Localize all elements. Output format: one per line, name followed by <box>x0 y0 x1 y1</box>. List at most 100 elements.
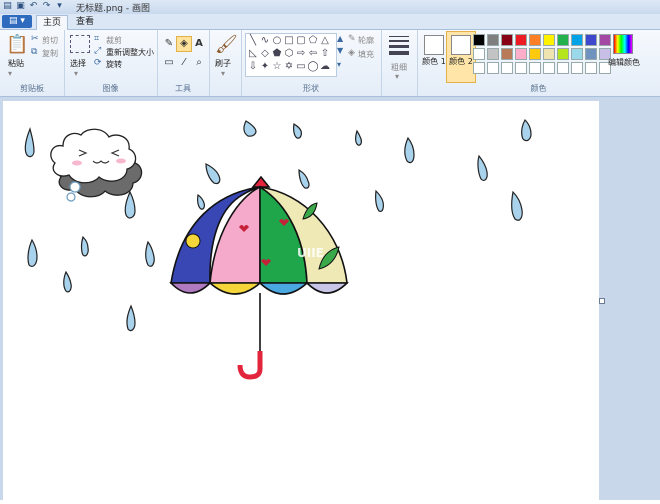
palette-color-swatch[interactable] <box>585 34 597 46</box>
file-menu-icon: ▤ ▾ <box>9 16 25 26</box>
palette-color-swatch[interactable] <box>557 34 569 46</box>
shapes-group: ╲ ∿ ○ □ ▢ ⬠ △ ◺ ◇ ⬟ ⬡ ⇨ ⇦ ⇧ ⇩ ✦ ☆ ✡ ▭ ◯ … <box>241 30 382 96</box>
rotate-button[interactable]: 旋转 <box>106 59 122 70</box>
brush-icon[interactable]: 🖌 <box>215 34 238 55</box>
palette-color-swatch[interactable] <box>543 48 555 60</box>
edit-colors-icon[interactable] <box>613 34 633 54</box>
palette-color-swatch[interactable] <box>529 34 541 46</box>
customize-qat-icon[interactable]: ▾ <box>54 1 65 12</box>
palette-color-swatch[interactable] <box>557 48 569 60</box>
cut-button[interactable]: 剪切 <box>42 35 58 46</box>
curve-shape-icon[interactable]: ∿ <box>259 35 271 47</box>
copy-button[interactable]: 复制 <box>42 48 58 59</box>
callout-rect-shape-icon[interactable]: ▭ <box>295 61 307 73</box>
palette-color-swatch[interactable] <box>515 34 527 46</box>
umbrella-scallop-yellow <box>207 282 263 295</box>
canvas-resize-handle[interactable] <box>599 298 605 304</box>
size-lines-icon[interactable] <box>389 36 409 55</box>
palette-color-swatch[interactable] <box>487 62 499 74</box>
palette-color-swatch[interactable] <box>557 62 569 74</box>
color1-button[interactable]: 颜色 1 <box>420 32 448 82</box>
palette-color-swatch[interactable] <box>515 48 527 60</box>
canvas-drawing: UIIE <box>24 119 532 380</box>
pentagon-shape-icon[interactable]: ⬟ <box>271 48 283 60</box>
palette-color-swatch[interactable] <box>487 34 499 46</box>
paste-dropdown-icon[interactable]: ▾ <box>8 69 12 78</box>
redo-icon[interactable]: ↷ <box>41 1 52 12</box>
resize-button[interactable]: 重新调整大小 <box>106 47 154 58</box>
palette-color-swatch[interactable] <box>529 48 541 60</box>
diamond-shape-icon[interactable]: ◇ <box>259 48 271 60</box>
left-arrow-shape-icon[interactable]: ⇦ <box>307 48 319 60</box>
palette-color-swatch[interactable] <box>585 48 597 60</box>
drawing-canvas[interactable]: UIIE <box>3 101 599 500</box>
umbrella-scallop-purple <box>169 282 212 294</box>
file-menu-button[interactable]: ▤ ▾ <box>2 15 32 28</box>
crop-button[interactable]: 裁剪 <box>106 35 122 46</box>
callout-cloud-shape-icon[interactable]: ☁ <box>319 61 331 73</box>
palette-color-swatch[interactable] <box>473 48 485 60</box>
shapes-more-icon[interactable]: ▾ <box>337 60 341 69</box>
palette-color-swatch[interactable] <box>501 34 513 46</box>
paste-button[interactable]: 粘贴 <box>8 58 24 69</box>
polygon-shape-icon[interactable]: ⬠ <box>307 35 319 47</box>
palette-color-swatch[interactable] <box>487 48 499 60</box>
rectangle-shape-icon[interactable]: □ <box>283 35 295 47</box>
select-icon[interactable] <box>70 35 90 53</box>
palette-color-swatch[interactable] <box>599 34 611 46</box>
brushes-dropdown-icon[interactable]: ▾ <box>221 69 225 78</box>
eraser-icon[interactable]: ▭ <box>161 55 177 71</box>
right-triangle-shape-icon[interactable]: ◺ <box>247 48 259 60</box>
palette-color-swatch[interactable] <box>501 48 513 60</box>
shapes-scroll-down-icon[interactable]: ▼ <box>337 46 343 55</box>
palette-color-swatch[interactable] <box>571 48 583 60</box>
size-dropdown-icon[interactable]: ▾ <box>395 72 399 81</box>
four-point-star-shape-icon[interactable]: ✦ <box>259 61 271 73</box>
palette-color-swatch[interactable] <box>515 62 527 74</box>
hexagon-shape-icon[interactable]: ⬡ <box>283 48 295 60</box>
palette-color-swatch[interactable] <box>571 62 583 74</box>
paste-icon[interactable]: 📋 <box>6 34 28 55</box>
five-point-star-shape-icon[interactable]: ☆ <box>271 61 283 73</box>
outline-button[interactable]: 轮廓 <box>358 35 374 46</box>
down-arrow-shape-icon[interactable]: ⇩ <box>247 61 259 73</box>
fill-button[interactable]: 填充 <box>358 49 374 60</box>
color-picker-icon[interactable]: ⁄ <box>176 55 192 71</box>
text-tool-icon[interactable]: A <box>191 36 207 52</box>
cut-icon: ✂ <box>31 34 39 44</box>
fill-icon[interactable]: ◈ <box>176 36 192 52</box>
shapes-scroll-up-icon[interactable]: ▲ <box>337 34 343 43</box>
select-button[interactable]: 选择 <box>70 58 86 69</box>
select-dropdown-icon[interactable]: ▾ <box>74 69 78 78</box>
tab-view[interactable]: 查看 <box>70 15 100 29</box>
palette-color-swatch[interactable] <box>473 62 485 74</box>
six-point-star-shape-icon[interactable]: ✡ <box>283 61 295 73</box>
palette-color-swatch[interactable] <box>585 62 597 74</box>
tab-home[interactable]: 主页 <box>36 15 68 30</box>
line-shape-icon[interactable]: ╲ <box>247 35 259 47</box>
palette-color-swatch[interactable] <box>543 34 555 46</box>
image-group-label: 图像 <box>102 84 119 93</box>
palette-color-swatch[interactable] <box>543 62 555 74</box>
palette-color-swatch[interactable] <box>473 34 485 46</box>
outline-icon: ✎ <box>348 34 356 44</box>
undo-icon[interactable]: ↶ <box>28 1 39 12</box>
app-menu-icon[interactable]: ▤ <box>2 1 13 12</box>
palette-color-swatch[interactable] <box>529 62 541 74</box>
color2-button[interactable]: 颜色 2 <box>446 31 476 83</box>
pencil-icon[interactable]: ✎ <box>161 36 177 52</box>
fill-shape-icon: ◈ <box>348 48 355 58</box>
palette-color-swatch[interactable] <box>571 34 583 46</box>
brushes-button[interactable]: 刷子 <box>215 58 231 69</box>
right-arrow-shape-icon[interactable]: ⇨ <box>295 48 307 60</box>
callout-oval-shape-icon[interactable]: ◯ <box>307 61 319 73</box>
up-arrow-shape-icon[interactable]: ⇧ <box>319 48 331 60</box>
edit-colors-button[interactable]: 编辑颜色 <box>608 57 640 68</box>
crop-icon: ⌗ <box>94 34 100 44</box>
oval-shape-icon[interactable]: ○ <box>271 35 283 47</box>
rounded-rect-shape-icon[interactable]: ▢ <box>295 35 307 47</box>
triangle-shape-icon[interactable]: △ <box>319 35 331 47</box>
magnifier-icon[interactable]: ⌕ <box>191 55 207 71</box>
save-icon[interactable]: ▣ <box>15 1 26 12</box>
palette-color-swatch[interactable] <box>501 62 513 74</box>
